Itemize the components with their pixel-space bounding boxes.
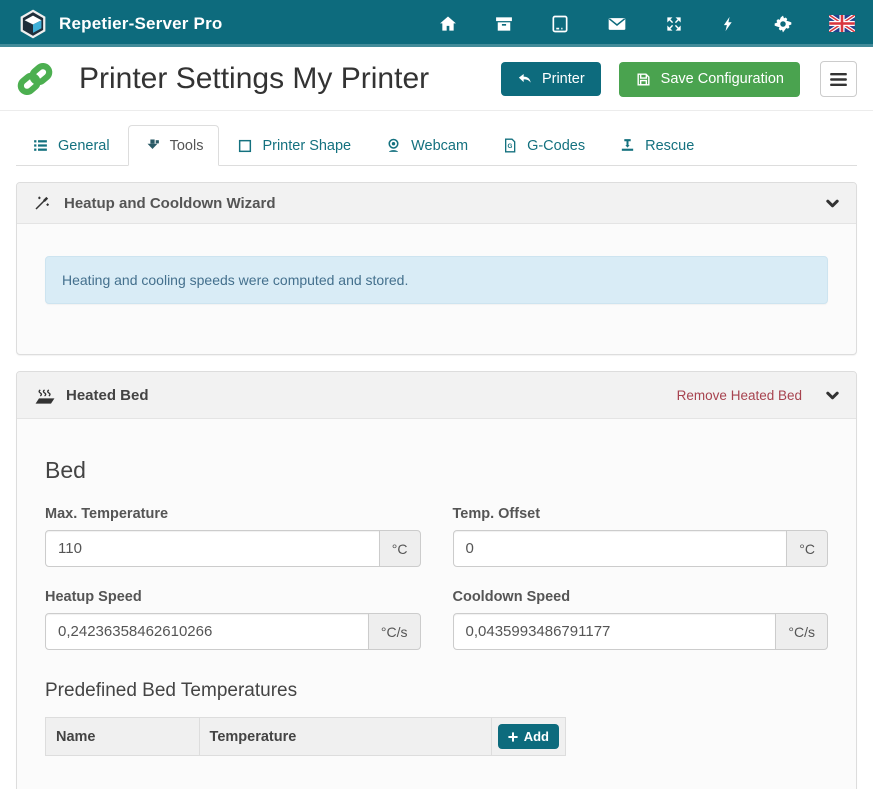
max-temperature-input[interactable] [45,530,380,567]
gcode-file-icon: G [502,137,518,154]
repetier-logo-icon [18,9,48,39]
tab-gcodes[interactable]: G G-Codes [486,125,601,166]
heated-bed-panel: Heated Bed Remove Heated Bed Bed Max. Te… [16,371,857,789]
tab-label: General [58,138,110,154]
page-title: Printer Settings My Printer [79,62,501,96]
predefined-temperatures-table: Name Temperature Add [45,717,566,756]
tab-label: Rescue [645,138,694,154]
extruder-icon [144,137,161,154]
heated-bed-panel-title: Heated Bed [66,387,149,404]
column-add: Add [492,718,565,755]
save-configuration-button[interactable]: Save Configuration [619,62,800,97]
settings-gear-icon[interactable] [773,14,793,34]
field-heatup-speed: Heatup Speed °C/s [45,589,421,650]
brand[interactable]: Repetier-Server Pro [18,9,222,39]
bed-fields: Max. Temperature °C Temp. Offset °C Heat… [45,506,828,650]
page-header: Printer Settings My Printer Printer Save… [0,47,873,111]
unit-addon: °C [786,530,828,567]
tab-label: Webcam [411,138,468,154]
unit-addon: °C/s [368,613,421,650]
field-max-temperature: Max. Temperature °C [45,506,421,567]
printer-button-label: Printer [542,71,585,87]
printer-button[interactable]: Printer [501,62,601,96]
tab-webcam[interactable]: Webcam [369,125,484,166]
tablet-icon[interactable] [550,14,570,34]
top-navbar: Repetier-Server Pro [0,0,873,47]
heated-bed-icon [33,383,57,407]
temp-offset-label: Temp. Offset [453,506,829,522]
tab-label: Printer Shape [262,138,351,154]
wizard-panel-title: Heatup and Cooldown Wizard [64,195,276,212]
remove-heated-bed-link[interactable]: Remove Heated Bed [677,388,802,403]
unit-addon: °C [379,530,421,567]
queue-box-icon[interactable] [494,14,514,34]
link-chain-icon [16,60,54,98]
predefined-temperatures-heading: Predefined Bed Temperatures [45,680,828,702]
tab-tools[interactable]: Tools [128,125,220,166]
quick-actions-bolt-icon[interactable] [720,14,737,34]
field-temp-offset: Temp. Offset °C [453,506,829,567]
heatup-speed-label: Heatup Speed [45,589,421,605]
table-header-row: Name Temperature Add [46,718,565,755]
collapse-chevron-down-icon[interactable] [825,388,840,403]
collapse-chevron-down-icon[interactable] [825,196,840,211]
plus-icon [508,732,518,742]
save-button-label: Save Configuration [661,71,784,87]
brand-title: Repetier-Server Pro [59,14,222,34]
wizard-panel-header[interactable]: Heatup and Cooldown Wizard [17,183,856,224]
tab-label: G-Codes [527,138,585,154]
magic-wand-icon [33,194,51,212]
field-cooldown-speed: Cooldown Speed °C/s [453,589,829,650]
home-icon[interactable] [438,14,458,34]
messages-icon[interactable] [606,14,628,34]
add-temperature-button[interactable]: Add [498,724,559,749]
column-temperature: Temperature [200,718,492,755]
heated-bed-panel-header[interactable]: Heated Bed Remove Heated Bed [17,372,856,419]
add-button-label: Add [524,729,549,744]
info-alert-text: Heating and cooling speeds were computed… [62,272,408,288]
list-icon [32,137,49,154]
back-arrow-icon [517,71,533,87]
cooldown-speed-label: Cooldown Speed [453,589,829,605]
tab-general[interactable]: General [16,125,126,166]
tab-label: Tools [170,138,204,154]
rescue-icon [619,137,636,154]
webcam-icon [385,137,402,154]
cooldown-speed-input[interactable] [453,613,777,650]
wizard-panel-body: Heating and cooling speeds were computed… [17,224,856,354]
unit-addon: °C/s [775,613,828,650]
navbar-icons [438,14,855,34]
tab-printer-shape[interactable]: Printer Shape [221,126,367,166]
tab-rescue[interactable]: Rescue [603,125,710,166]
settings-tabs: General Tools Printer Shape Webcam G G-C… [16,125,857,166]
language-flag-uk-icon[interactable] [829,15,855,32]
column-name: Name [46,718,200,755]
heatup-cooldown-wizard-panel: Heatup and Cooldown Wizard Heating and c… [16,182,857,355]
max-temperature-label: Max. Temperature [45,506,421,522]
info-alert: Heating and cooling speeds were computed… [45,256,828,304]
save-icon [635,71,652,88]
fullscreen-icon[interactable] [664,14,684,34]
bed-section-heading: Bed [45,457,828,484]
heatup-speed-input[interactable] [45,613,369,650]
square-shape-icon [237,138,253,154]
svg-text:G: G [508,143,513,150]
header-buttons: Printer Save Configuration [501,61,857,97]
menu-button[interactable] [820,61,857,97]
hamburger-icon [830,73,847,86]
temp-offset-input[interactable] [453,530,788,567]
heated-bed-panel-body: Bed Max. Temperature °C Temp. Offset °C … [17,419,856,789]
